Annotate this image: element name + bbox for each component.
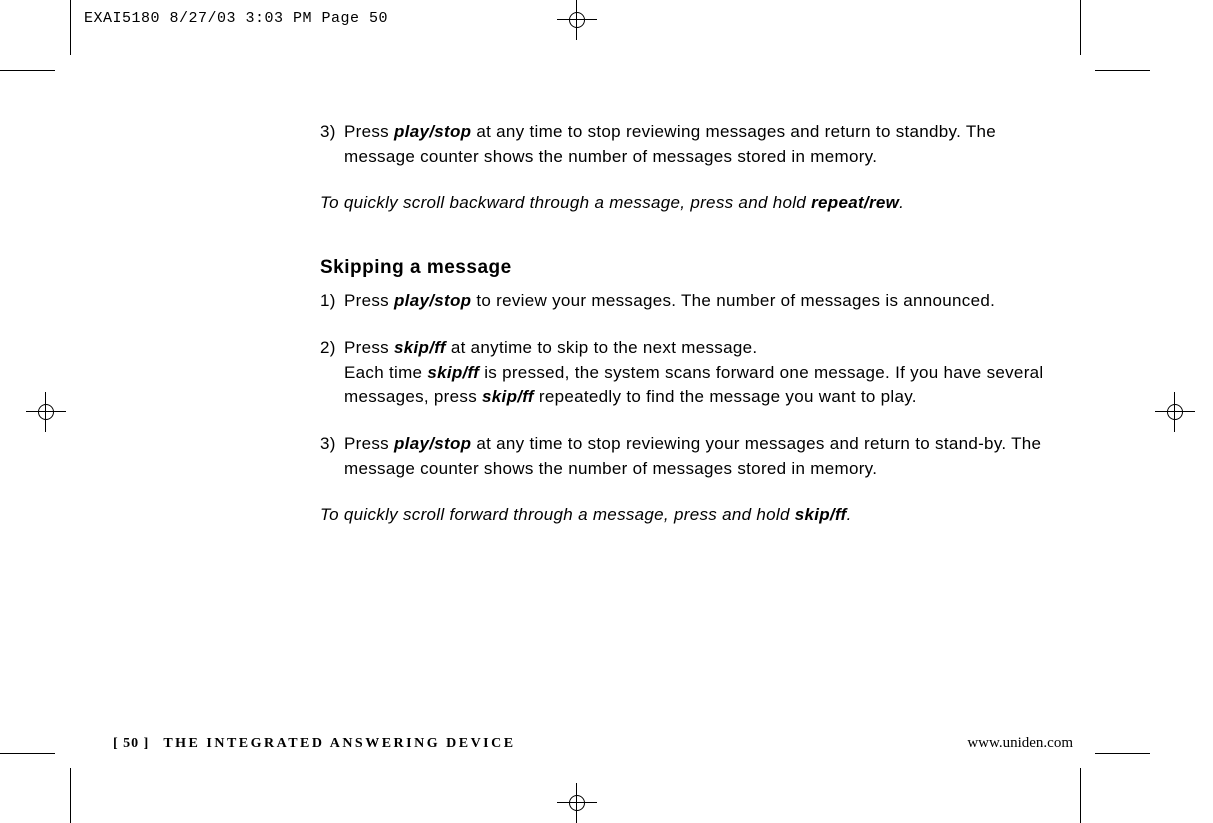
instruction-step: 3) Press play/stop at any time to stop r…	[320, 432, 1070, 481]
crop-mark	[1080, 0, 1081, 55]
registration-mark-icon	[26, 392, 66, 432]
page-body: 3) Press play/stop at any time to stop r…	[320, 120, 1070, 550]
button-name: repeat/rew	[811, 193, 899, 212]
section-heading: Skipping a message	[320, 254, 1070, 282]
crop-mark	[70, 0, 71, 55]
text: Press	[344, 434, 394, 453]
text: .	[899, 193, 904, 212]
button-name: play/stop	[394, 122, 471, 141]
text: at anytime to skip to the next message.	[446, 338, 758, 357]
footer-url: www.uniden.com	[967, 735, 1073, 752]
step-number: 3)	[320, 432, 344, 481]
print-slug: EXAI5180 8/27/03 3:03 PM Page 50	[84, 10, 388, 27]
crop-mark	[1080, 768, 1081, 823]
instruction-step: 3) Press play/stop at any time to stop r…	[320, 120, 1070, 169]
registration-mark-icon	[1155, 392, 1195, 432]
step-text: Press play/stop at any time to stop revi…	[344, 120, 1070, 169]
text: .	[847, 505, 852, 524]
step-number: 3)	[320, 120, 344, 169]
instruction-step: 1) Press play/stop to review your messag…	[320, 289, 1070, 314]
step-text: Press play/stop to review your messages.…	[344, 289, 1070, 314]
step-text: Press play/stop at any time to stop revi…	[344, 432, 1070, 481]
registration-mark-icon	[557, 0, 597, 40]
crop-mark	[1095, 753, 1150, 754]
button-name: play/stop	[394, 434, 471, 453]
step-number: 2)	[320, 336, 344, 410]
page-number: [ 50 ]	[113, 736, 149, 752]
step-text: Press skip/ff at anytime to skip to the …	[344, 336, 1070, 410]
text: Each time	[344, 363, 427, 382]
text: To quickly scroll forward through a mess…	[320, 505, 795, 524]
crop-mark	[1095, 70, 1150, 71]
page-footer: [ 50 ] THE INTEGRATED ANSWERING DEVICE w…	[113, 735, 1073, 752]
button-name: skip/ff	[482, 387, 534, 406]
hint-text: To quickly scroll forward through a mess…	[320, 503, 1070, 528]
text: Press	[344, 291, 394, 310]
crop-mark	[0, 753, 55, 754]
text: Press	[344, 122, 394, 141]
button-name: play/stop	[394, 291, 471, 310]
step-number: 1)	[320, 289, 344, 314]
registration-mark-icon	[557, 783, 597, 823]
instruction-step: 2) Press skip/ff at anytime to skip to t…	[320, 336, 1070, 410]
text: repeatedly to find the message you want …	[534, 387, 917, 406]
crop-mark	[70, 768, 71, 823]
button-name: skip/ff	[795, 505, 847, 524]
button-name: skip/ff	[427, 363, 479, 382]
footer-section-title: THE INTEGRATED ANSWERING DEVICE	[163, 736, 515, 752]
button-name: skip/ff	[394, 338, 446, 357]
crop-mark	[0, 70, 55, 71]
text: to review your messages. The number of m…	[471, 291, 995, 310]
hint-text: To quickly scroll backward through a mes…	[320, 191, 1070, 216]
text: To quickly scroll backward through a mes…	[320, 193, 811, 212]
text: Press	[344, 338, 394, 357]
